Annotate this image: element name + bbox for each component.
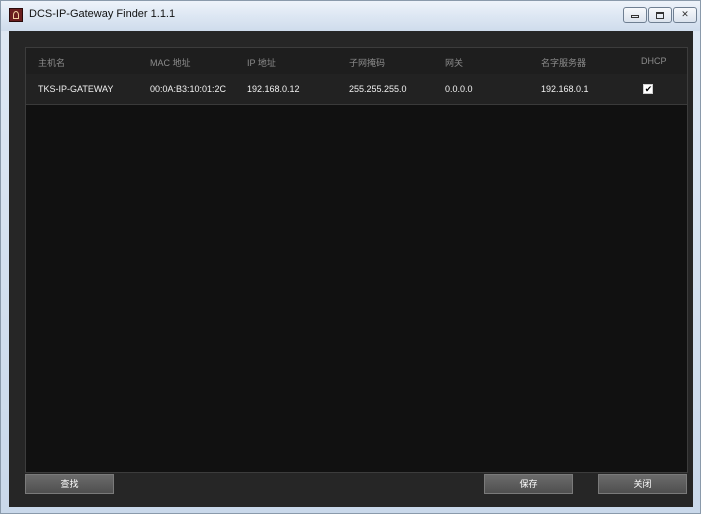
cell-hostname: TKS-IP-GATEWAY [38,84,114,94]
window-title: DCS-IP-Gateway Finder 1.1.1 [29,8,176,20]
app-window: DCS-IP-Gateway Finder 1.1.1 主机名 MAC 地址 I… [0,0,701,514]
close-window-icon[interactable] [673,7,697,23]
column-header-dns[interactable]: 名字服务器 [541,56,586,69]
cell-subnet: 255.255.255.0 [349,84,407,94]
dhcp-checkbox[interactable] [643,83,653,95]
app-logo-icon [9,8,23,22]
table-row[interactable]: TKS-IP-GATEWAY 00:0A:B3:10:01:2C 192.168… [26,74,687,105]
column-header-dhcp[interactable]: DHCP [641,56,667,66]
cell-mac: 00:0A:B3:10:01:2C [150,84,227,94]
save-button[interactable]: 保存 [484,474,573,494]
column-header-hostname[interactable]: 主机名 [38,56,65,69]
minimize-icon[interactable] [623,7,647,23]
column-header-subnet[interactable]: 子网掩码 [349,56,385,69]
table-header: 主机名 MAC 地址 IP 地址 子网掩码 网关 名字服务器 DHCP [26,48,687,75]
cell-ip: 192.168.0.12 [247,84,300,94]
find-button[interactable]: 查找 [25,474,114,494]
close-button[interactable]: 关闭 [598,474,687,494]
maximize-icon[interactable] [648,7,672,23]
client-area: 主机名 MAC 地址 IP 地址 子网掩码 网关 名字服务器 DHCP TKS-… [9,31,693,507]
column-header-gateway[interactable]: 网关 [445,56,463,69]
cell-dns: 192.168.0.1 [541,84,589,94]
column-header-mac[interactable]: MAC 地址 [150,56,191,69]
cell-gateway: 0.0.0.0 [445,84,473,94]
device-table: 主机名 MAC 地址 IP 地址 子网掩码 网关 名字服务器 DHCP TKS-… [25,47,688,473]
title-bar[interactable]: DCS-IP-Gateway Finder 1.1.1 [1,1,700,31]
column-header-ip[interactable]: IP 地址 [247,56,276,69]
